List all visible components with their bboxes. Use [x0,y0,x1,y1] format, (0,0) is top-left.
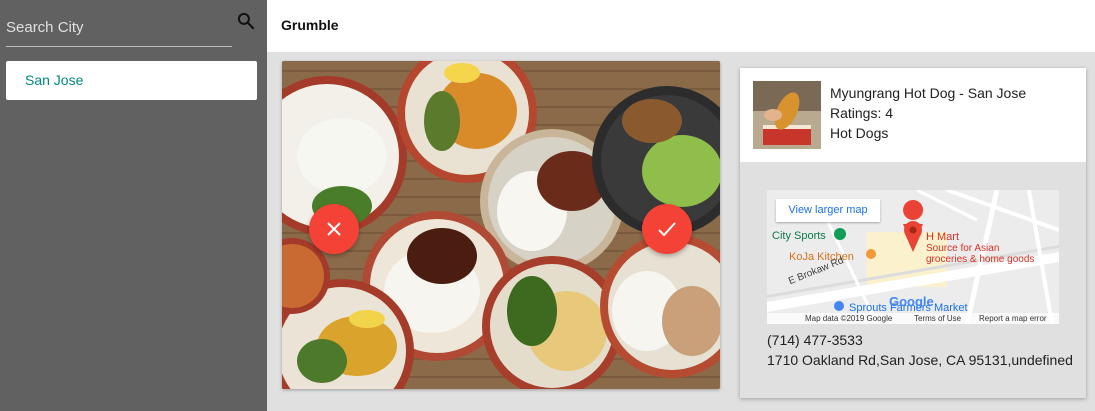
restaurant-name: Myungrang Hot Dog - San Jose [830,85,1027,101]
restaurant-card: Myungrang Hot Dog - San Jose Ratings: 4 … [740,68,1086,398]
map-data-text: Map data ©2019 Google [805,314,893,323]
restaurant-phone: (714) 477-3533 [767,332,863,348]
map-label-hmart-desc: Source for Asian groceries & home goods [926,243,1035,265]
restaurant-details: Myungrang Hot Dog - San Jose Ratings: 4 … [830,83,1026,143]
check-icon [658,222,676,237]
restaurant-ratings: Ratings: 4 [830,105,894,121]
city-item-san-jose[interactable]: San Jose [6,61,257,100]
search-icon[interactable] [236,11,256,31]
accept-button[interactable] [642,204,692,254]
map-footer: Map data ©2019 Google Terms of Use Repor… [767,313,1059,324]
map-label-city-sports: City Sports [772,230,826,242]
search-input[interactable] [6,8,232,46]
report-map-error-link[interactable]: Report a map error [979,313,1047,324]
restaurant-summary: Myungrang Hot Dog - San Jose Ratings: 4 … [740,68,1086,162]
map-label-hmart: H Mart [926,231,959,243]
app-title: Grumble [281,17,339,33]
terms-link[interactable]: Terms of Use [914,313,961,324]
food-card [282,61,720,389]
header-bar: Grumble [267,0,1095,52]
map-embed[interactable]: View larger map City Sports KoJa Kitchen… [767,190,1059,324]
restaurant-category: Hot Dogs [830,125,889,141]
view-larger-map-link[interactable]: View larger map [776,199,880,222]
reject-button[interactable] [309,204,359,254]
map-label-koja-kitchen: KoJa Kitchen [789,251,854,263]
restaurant-address: 1710 Oakland Rd,San Jose, CA 95131,undef… [767,352,1073,368]
restaurant-thumbnail [753,81,821,149]
close-icon [327,222,341,236]
search-field [6,8,232,47]
sidebar: San Jose [0,0,267,411]
google-logo: Google [889,294,934,309]
